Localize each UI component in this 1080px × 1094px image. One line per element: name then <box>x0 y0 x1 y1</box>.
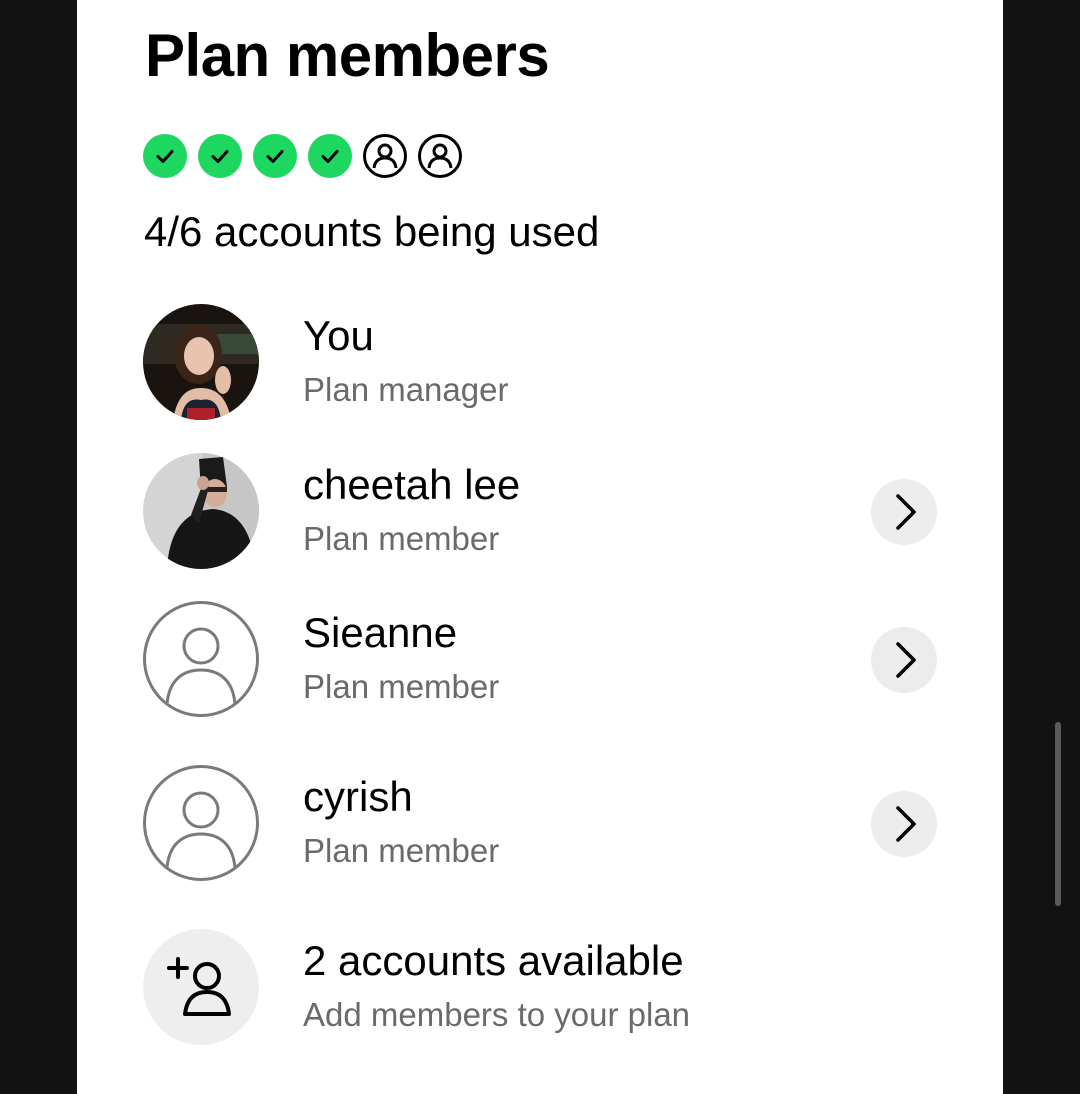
member-role: Plan member <box>303 520 500 557</box>
member-role: Plan manager <box>303 371 509 408</box>
add-member-row[interactable]: 2 accounts available Add members to your… <box>143 929 943 1047</box>
page-title: Plan members <box>145 22 550 89</box>
chevron-right-icon[interactable] <box>871 479 937 545</box>
slot-used-check-icon <box>253 134 297 178</box>
slot-used-check-icon <box>143 134 187 178</box>
member-name: cyrish <box>303 773 413 820</box>
scrollbar[interactable] <box>1055 722 1061 906</box>
member-name: cheetah lee <box>303 461 521 508</box>
slot-used-check-icon <box>198 134 242 178</box>
accounts-available-title: 2 accounts available <box>303 937 684 984</box>
avatar-photo <box>143 304 259 420</box>
member-row-you: You Plan manager <box>143 304 943 422</box>
chevron-right-icon[interactable] <box>871 791 937 857</box>
member-row-cyrish[interactable]: cyrish Plan member <box>143 765 943 883</box>
member-role: Plan member <box>303 832 500 869</box>
account-slots <box>143 134 462 178</box>
member-name: You <box>303 312 374 359</box>
slot-free-user-icon <box>418 134 462 178</box>
slot-free-user-icon <box>363 134 407 178</box>
member-row-cheetah-lee[interactable]: cheetah lee Plan member <box>143 453 943 571</box>
member-row-sieanne[interactable]: Sieanne Plan member <box>143 601 943 719</box>
plan-members-panel: Plan members 4/6 accounts being used You… <box>77 0 1003 1094</box>
add-user-icon <box>143 929 259 1045</box>
member-role: Plan member <box>303 668 500 705</box>
chevron-right-icon[interactable] <box>871 627 937 693</box>
slot-used-check-icon <box>308 134 352 178</box>
user-placeholder-icon <box>143 601 259 717</box>
add-members-subtitle: Add members to your plan <box>303 996 691 1033</box>
user-placeholder-icon <box>143 765 259 881</box>
avatar-photo <box>143 453 259 569</box>
member-name: Sieanne <box>303 609 458 656</box>
usage-text: 4/6 accounts being used <box>144 208 600 255</box>
